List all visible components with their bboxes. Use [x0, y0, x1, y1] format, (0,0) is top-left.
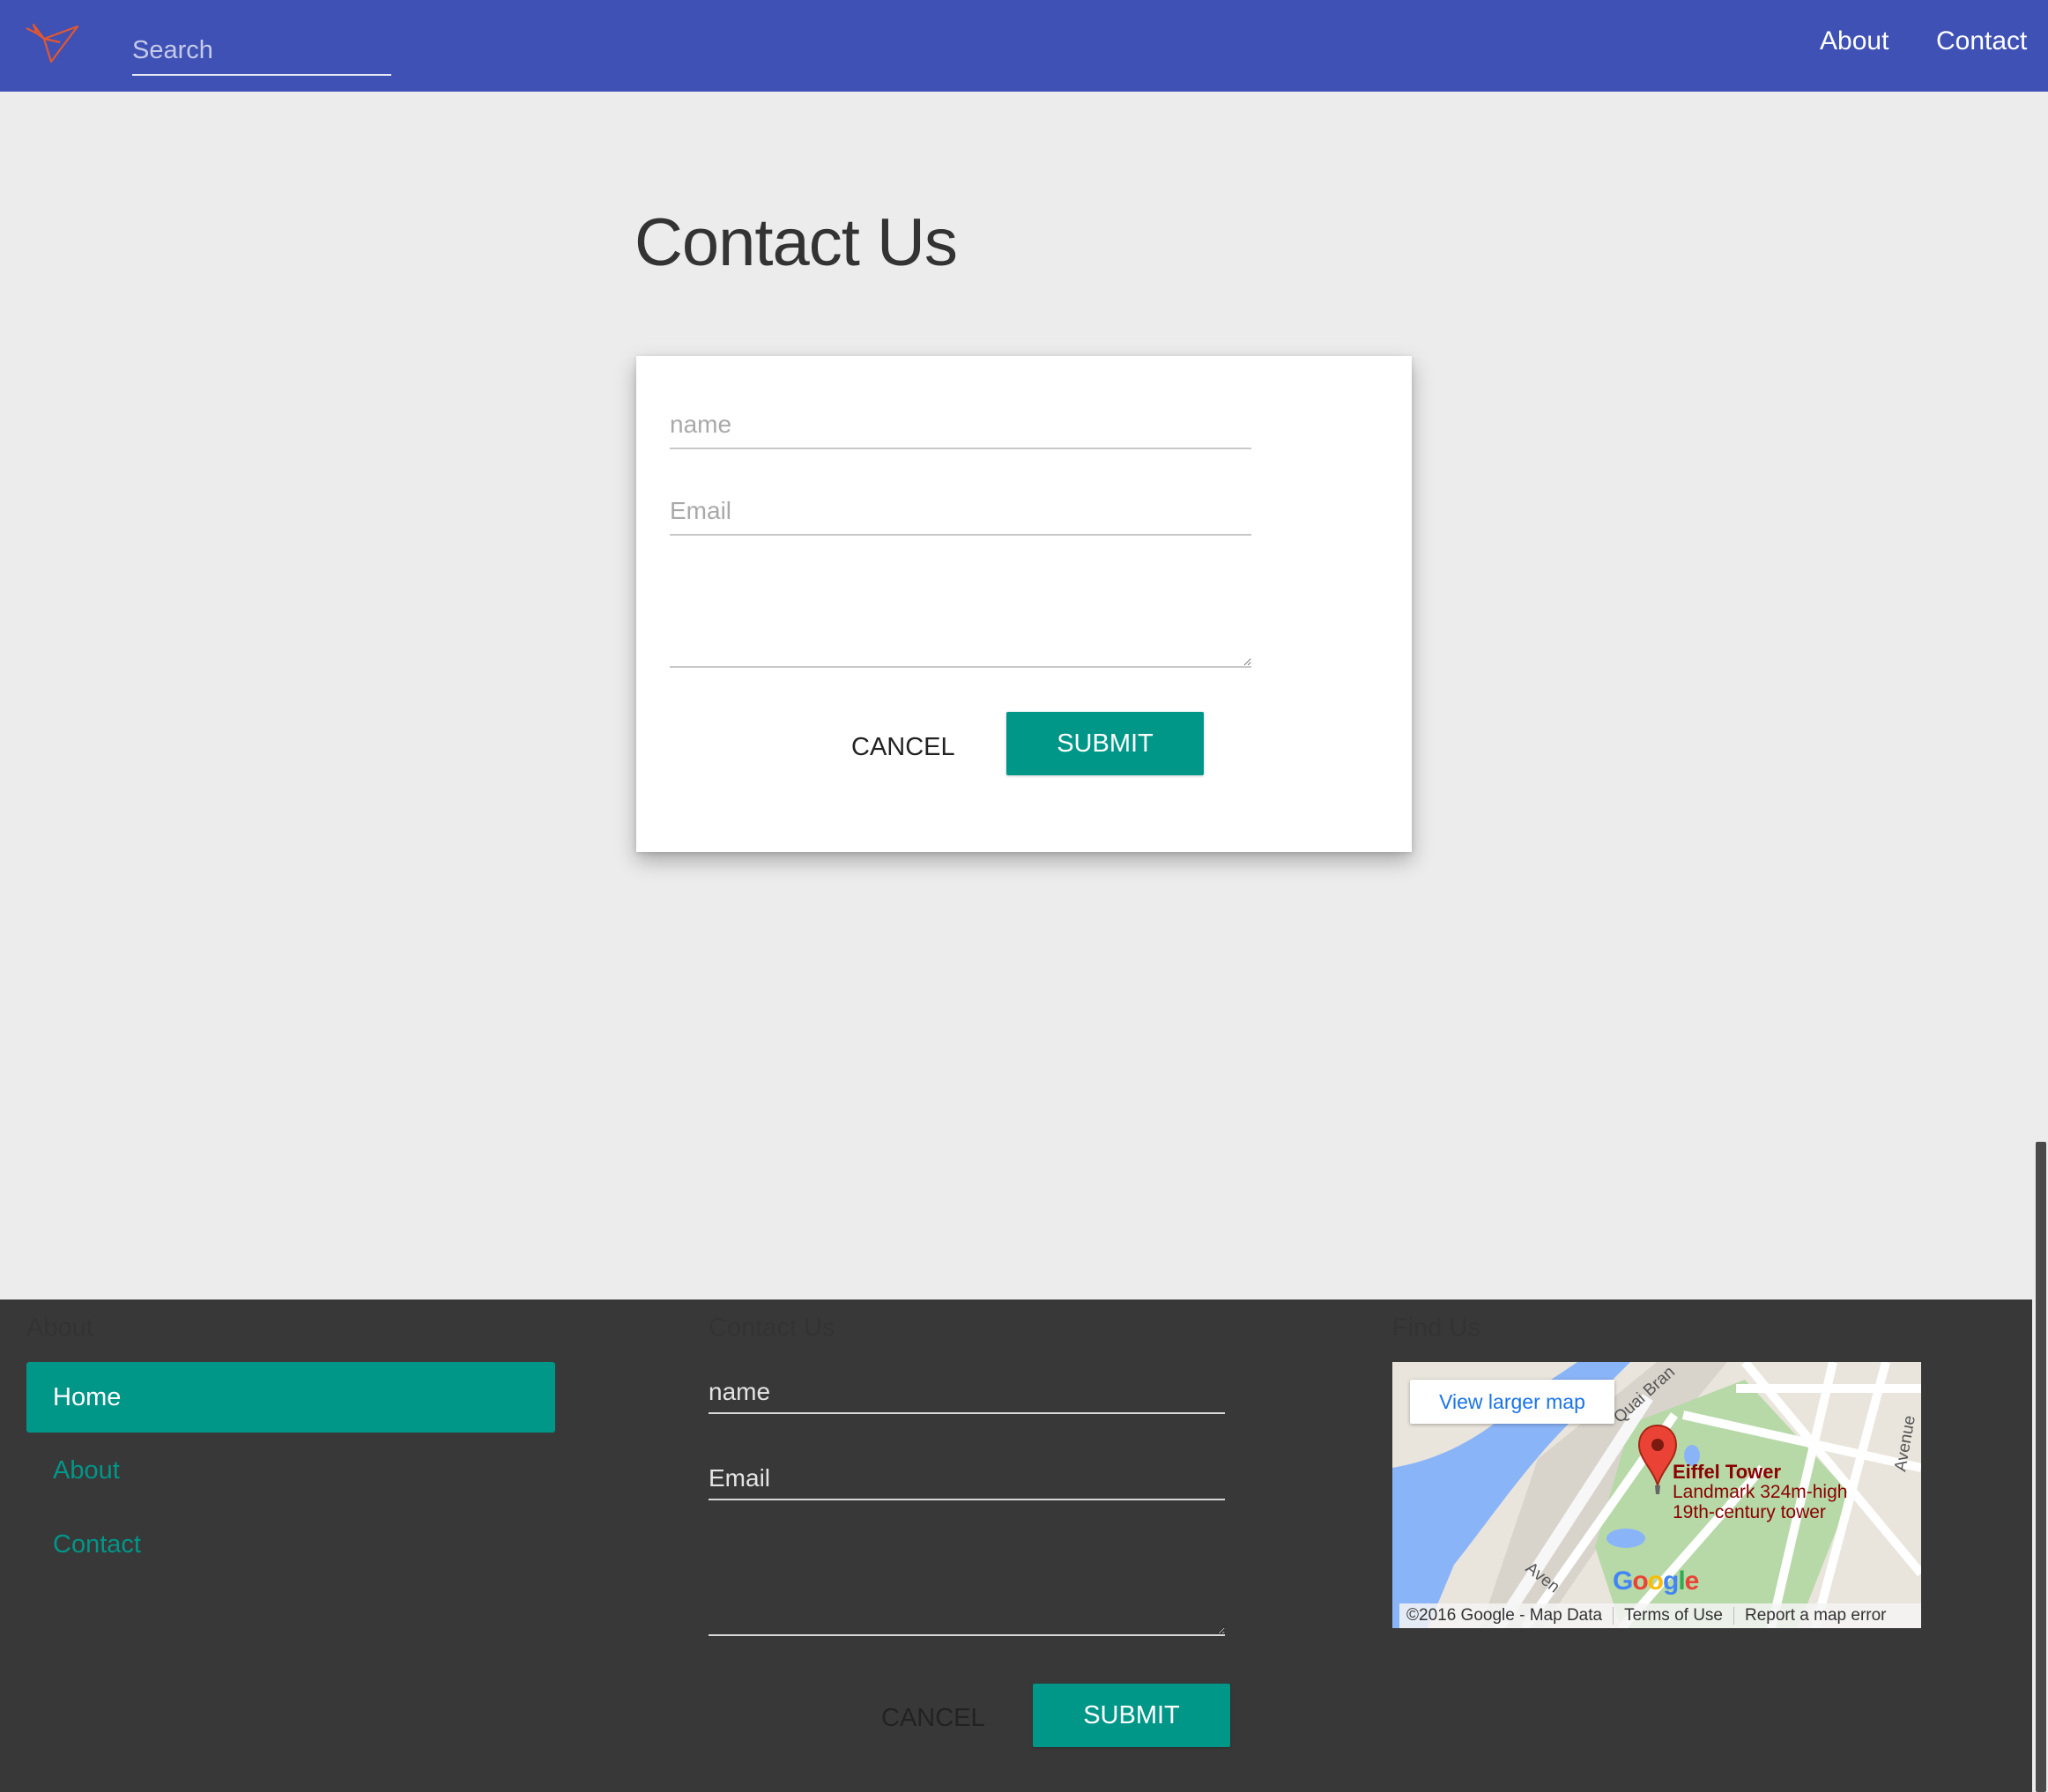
footer-about-heading: About — [26, 1314, 93, 1342]
footer-nav-home[interactable]: Home — [26, 1362, 555, 1433]
page-title: Contact Us — [634, 205, 958, 280]
footer-nav-about[interactable]: About — [26, 1435, 555, 1506]
map-place-label: Eiffel Tower Landmark 324m-high 19th-cen… — [1673, 1462, 1847, 1522]
footer-cancel-button[interactable]: CANCEL — [876, 1698, 991, 1738]
nav-link-about[interactable]: About — [1820, 26, 1888, 56]
divider — [1733, 1607, 1734, 1625]
view-larger-map-button[interactable]: View larger map — [1410, 1380, 1614, 1424]
footer-find-heading: Find Us — [1392, 1314, 1480, 1342]
footer-nav-contact[interactable]: Contact — [26, 1509, 555, 1580]
cancel-button[interactable]: CANCEL — [846, 727, 961, 767]
map-attribution: ©2016 Google - Map Data — [1406, 1606, 1603, 1625]
map-embed[interactable]: Quai Bran Avenue Aven View larger map Ei… — [1392, 1362, 1921, 1628]
google-logo: Google — [1613, 1566, 1699, 1596]
scrollbar-thumb[interactable] — [2036, 1142, 2046, 1792]
message-field[interactable] — [670, 576, 1251, 668]
submit-button[interactable]: SUBMIT — [1006, 712, 1204, 775]
footer-email-field[interactable] — [709, 1458, 1225, 1500]
place-name: Eiffel Tower — [1673, 1461, 1782, 1483]
footer-name-field[interactable] — [709, 1372, 1225, 1414]
name-field[interactable] — [670, 402, 1251, 449]
footer-message-field[interactable] — [709, 1539, 1225, 1636]
footer-submit-button[interactable]: SUBMIT — [1033, 1684, 1230, 1747]
place-description: 19th-century tower — [1673, 1502, 1826, 1522]
map-attribution-bar: ©2016 Google - Map Data Terms of Use Rep… — [1399, 1603, 1921, 1628]
email-field[interactable] — [670, 488, 1251, 536]
top-navbar: About Contact — [0, 0, 2048, 92]
search-input[interactable] — [132, 26, 391, 76]
nav-link-contact[interactable]: Contact — [1936, 26, 2027, 56]
place-description: Landmark 324m-high — [1673, 1482, 1848, 1502]
divider — [1613, 1607, 1614, 1625]
footer-contact-heading: Contact Us — [709, 1314, 835, 1342]
map-terms-link[interactable]: Terms of Use — [1624, 1606, 1723, 1625]
footer: About Contact Us Find Us Home About Cont… — [0, 1300, 2032, 1792]
contact-form-card: CANCEL SUBMIT — [636, 356, 1412, 852]
origami-bird-icon[interactable] — [25, 23, 81, 65]
map-report-link[interactable]: Report a map error — [1745, 1606, 1887, 1625]
